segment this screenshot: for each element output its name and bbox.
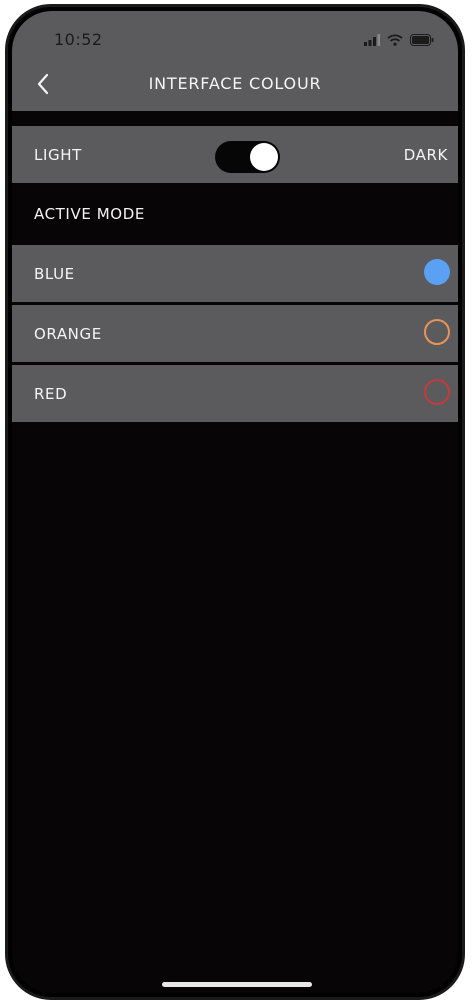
phone-frame: 10:52 INTERFACE COLOUR LIGHT DARK ACTIVE… (5, 4, 465, 1000)
home-indicator[interactable] (162, 982, 312, 987)
wifi-icon (387, 31, 403, 50)
dark-label: DARK (403, 146, 448, 164)
toggle-knob (250, 143, 278, 171)
cellular-signal-icon (364, 31, 380, 50)
option-red[interactable]: RED (12, 365, 458, 422)
radio-selected-icon[interactable] (424, 259, 450, 285)
radio-unselected-icon[interactable] (424, 319, 450, 345)
option-label: ORANGE (34, 325, 102, 343)
theme-toggle-row: LIGHT DARK (12, 126, 458, 183)
screen: 10:52 INTERFACE COLOUR LIGHT DARK ACTIVE… (12, 11, 458, 993)
option-blue[interactable]: BLUE (12, 245, 458, 302)
active-mode-heading: ACTIVE MODE (34, 205, 145, 223)
light-label: LIGHT (34, 146, 82, 164)
option-orange[interactable]: ORANGE (12, 305, 458, 362)
status-icons (364, 31, 434, 50)
battery-icon (410, 31, 434, 50)
option-label: RED (34, 385, 68, 403)
theme-toggle-switch[interactable] (215, 141, 280, 173)
divider (12, 111, 458, 126)
status-time: 10:52 (54, 30, 103, 49)
page-title: INTERFACE COLOUR (148, 74, 322, 93)
option-label: BLUE (34, 265, 75, 283)
header-bar: 10:52 INTERFACE COLOUR (12, 11, 458, 111)
radio-unselected-icon[interactable] (424, 379, 450, 405)
